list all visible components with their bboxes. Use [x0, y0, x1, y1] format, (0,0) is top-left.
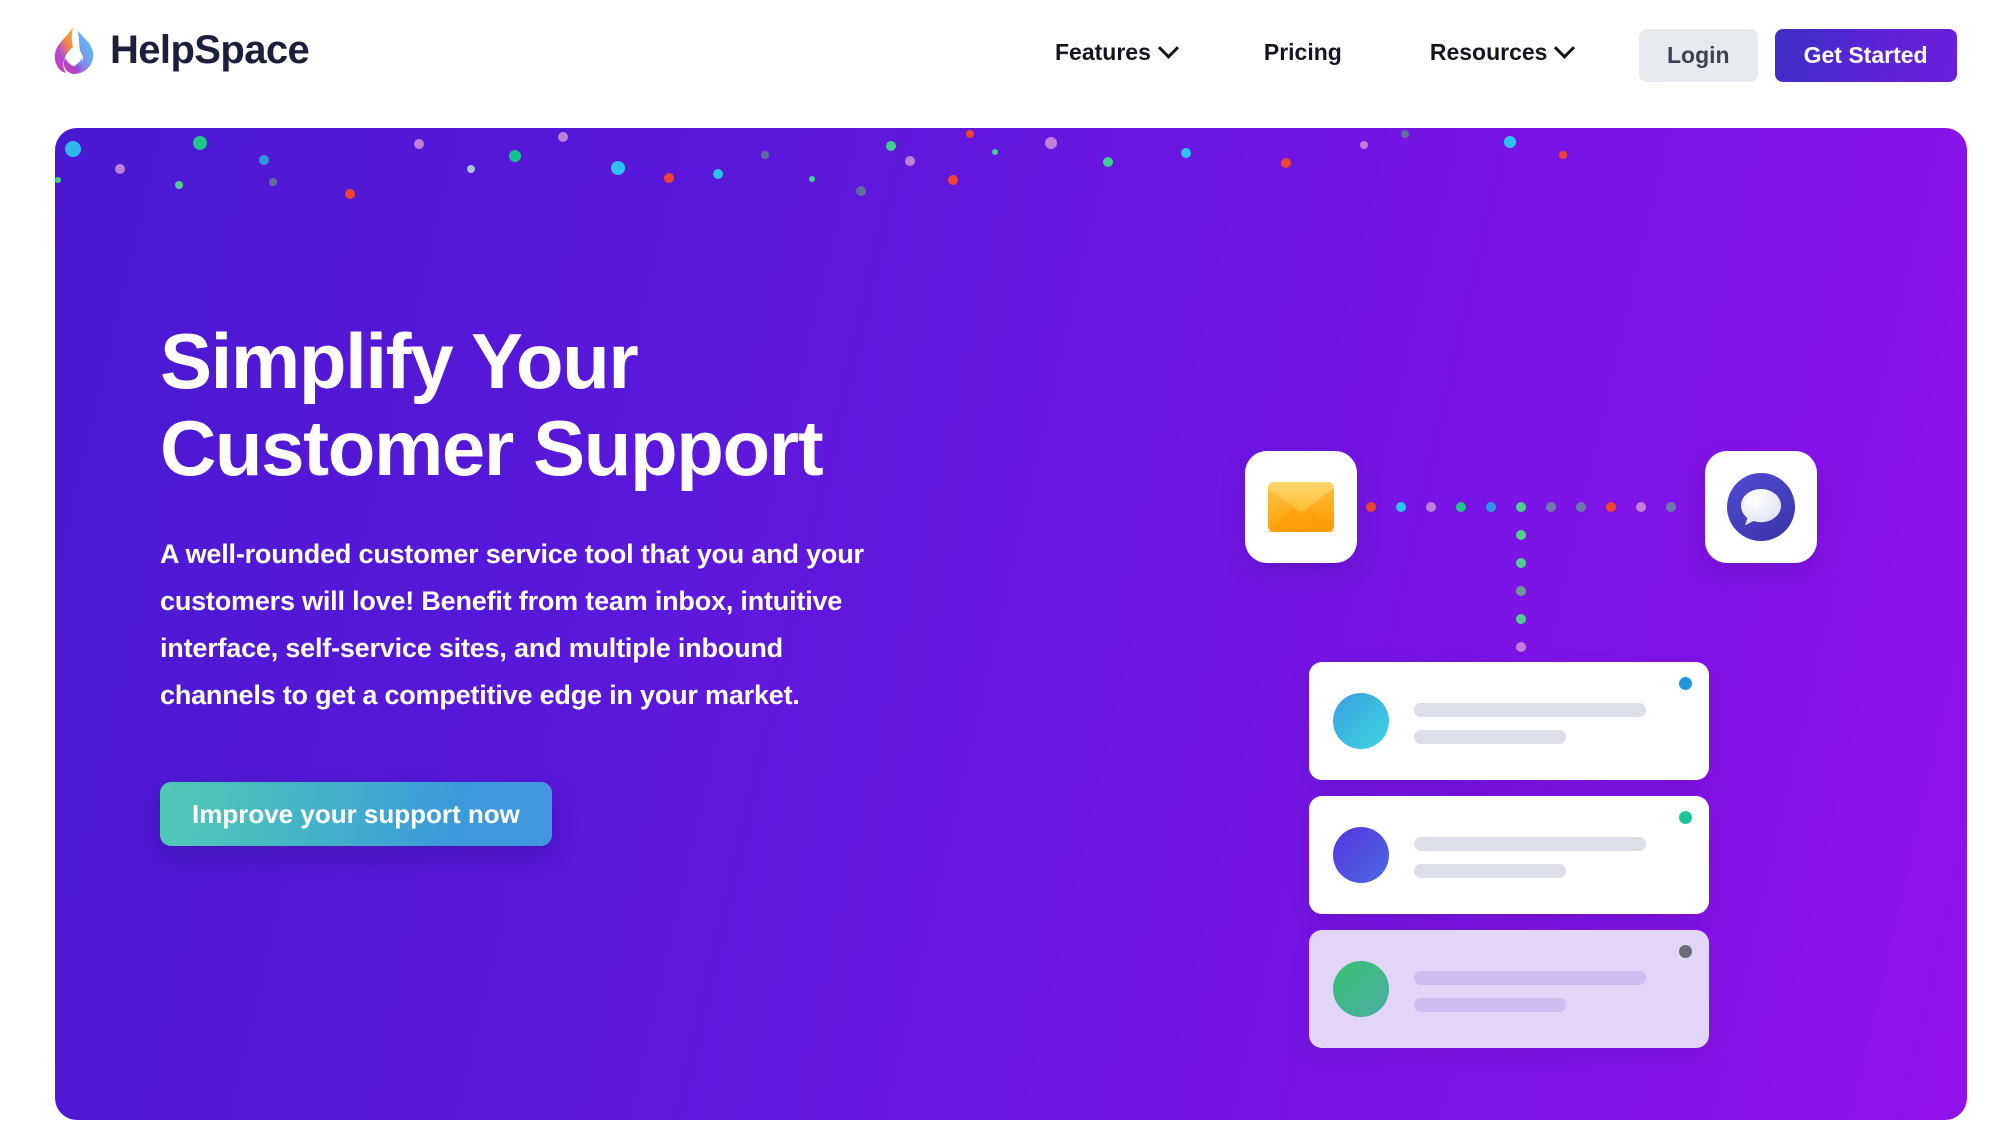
chevron-down-icon — [1554, 37, 1576, 59]
improve-support-cta-button[interactable]: Improve your support now — [160, 781, 552, 846]
connector-dot — [1636, 502, 1646, 512]
chat-bubble-icon — [1727, 473, 1795, 541]
connector-dot — [1576, 502, 1586, 512]
envelope-icon — [1268, 482, 1334, 532]
confetti-dot — [713, 169, 723, 179]
connector-dot — [1516, 642, 1526, 652]
get-started-button[interactable]: Get Started — [1774, 29, 1957, 82]
confetti-dot — [259, 155, 269, 165]
connector-dot — [1516, 530, 1526, 540]
confetti-dot — [664, 173, 674, 183]
connector-dot — [1516, 502, 1526, 512]
confetti-dot — [1103, 157, 1113, 167]
confetti-dot — [1360, 141, 1368, 149]
email-channel-tile[interactable] — [1245, 451, 1357, 563]
confetti-dot — [856, 186, 866, 196]
placeholder-line — [1414, 703, 1646, 717]
connector-dot — [1606, 502, 1616, 512]
conversation-card[interactable] — [1309, 662, 1709, 780]
hero-illustration — [1185, 308, 1935, 1048]
confetti-dot — [55, 177, 61, 183]
confetti-dot — [886, 141, 896, 151]
connector-dot — [1366, 502, 1376, 512]
status-badge — [1679, 811, 1692, 824]
flame-logo-icon — [54, 27, 94, 74]
confetti-dot — [414, 139, 424, 149]
login-button[interactable]: Login — [1639, 29, 1758, 82]
conversation-card[interactable] — [1309, 930, 1709, 1048]
hero-section: Simplify Your Customer Support A well-ro… — [55, 128, 1967, 1120]
confetti-dot — [1504, 136, 1516, 148]
confetti-dot — [175, 181, 183, 189]
avatar — [1333, 827, 1389, 883]
nav-label-resources: Resources — [1429, 39, 1548, 65]
hero-copy: Simplify Your Customer Support A well-ro… — [160, 317, 950, 846]
confetti-dot — [905, 156, 915, 166]
placeholder-line — [1414, 730, 1566, 744]
brand-logo[interactable]: HelpSpace — [50, 25, 310, 75]
brand-name: HelpSpace — [110, 28, 310, 72]
hero-title-line-2: Customer Support — [160, 404, 824, 493]
placeholder-line — [1414, 998, 1566, 1012]
hero-subtitle: A well-rounded customer service tool tha… — [160, 538, 864, 711]
status-badge — [1679, 945, 1692, 958]
confetti-dot — [809, 176, 815, 182]
page-title: Simplify Your Customer Support — [160, 317, 950, 493]
confetti-dot — [115, 164, 125, 174]
connector-dot — [1486, 502, 1496, 512]
confetti-dot — [467, 165, 475, 173]
confetti-dot — [1045, 137, 1057, 149]
connector-dot — [1516, 558, 1526, 568]
confetti-dot — [269, 178, 277, 186]
connector-dot — [1396, 502, 1406, 512]
nav-item-features[interactable]: Features — [1055, 33, 1179, 72]
confetti-dot — [1559, 151, 1567, 159]
placeholder-line — [1414, 837, 1646, 851]
auth-actions: Login Get Started — [1639, 29, 1957, 82]
confetti-dot — [611, 161, 625, 175]
nav-label-pricing: Pricing — [1263, 39, 1342, 65]
confetti-dot — [509, 150, 521, 162]
placeholder-line — [1414, 971, 1646, 985]
main-navigation: Features Pricing Resources — [1055, 33, 1576, 72]
confetti-dot — [1401, 130, 1409, 138]
hero-title-line-1: Simplify Your — [160, 317, 639, 405]
avatar — [1333, 693, 1389, 749]
confetti-dot — [1281, 158, 1291, 168]
confetti-dot — [193, 136, 207, 150]
connector-dot — [1666, 502, 1676, 512]
confetti-dot — [966, 130, 974, 138]
confetti-dot — [992, 149, 998, 155]
connector-dot — [1516, 586, 1526, 596]
confetti-dot — [345, 189, 355, 199]
chevron-down-icon — [1157, 37, 1179, 59]
site-header: HelpSpace Features Pricing Resources Log… — [0, 0, 1999, 110]
connector-dot — [1516, 614, 1526, 624]
confetti-dot — [948, 175, 958, 185]
nav-item-resources[interactable]: Resources — [1429, 33, 1576, 72]
connector-dot — [1426, 502, 1436, 512]
confetti-dot — [65, 141, 81, 157]
placeholder-line — [1414, 864, 1566, 878]
connector-dot — [1546, 502, 1556, 512]
confetti-dot — [1181, 148, 1191, 158]
nav-item-pricing[interactable]: Pricing — [1264, 33, 1342, 72]
confetti-dot — [558, 132, 568, 142]
nav-label-features: Features — [1055, 39, 1151, 65]
avatar — [1333, 961, 1389, 1017]
confetti-dot — [761, 151, 769, 159]
status-badge — [1679, 677, 1692, 690]
chat-channel-tile[interactable] — [1705, 451, 1817, 563]
connector-dot — [1456, 502, 1466, 512]
conversation-card[interactable] — [1309, 796, 1709, 914]
